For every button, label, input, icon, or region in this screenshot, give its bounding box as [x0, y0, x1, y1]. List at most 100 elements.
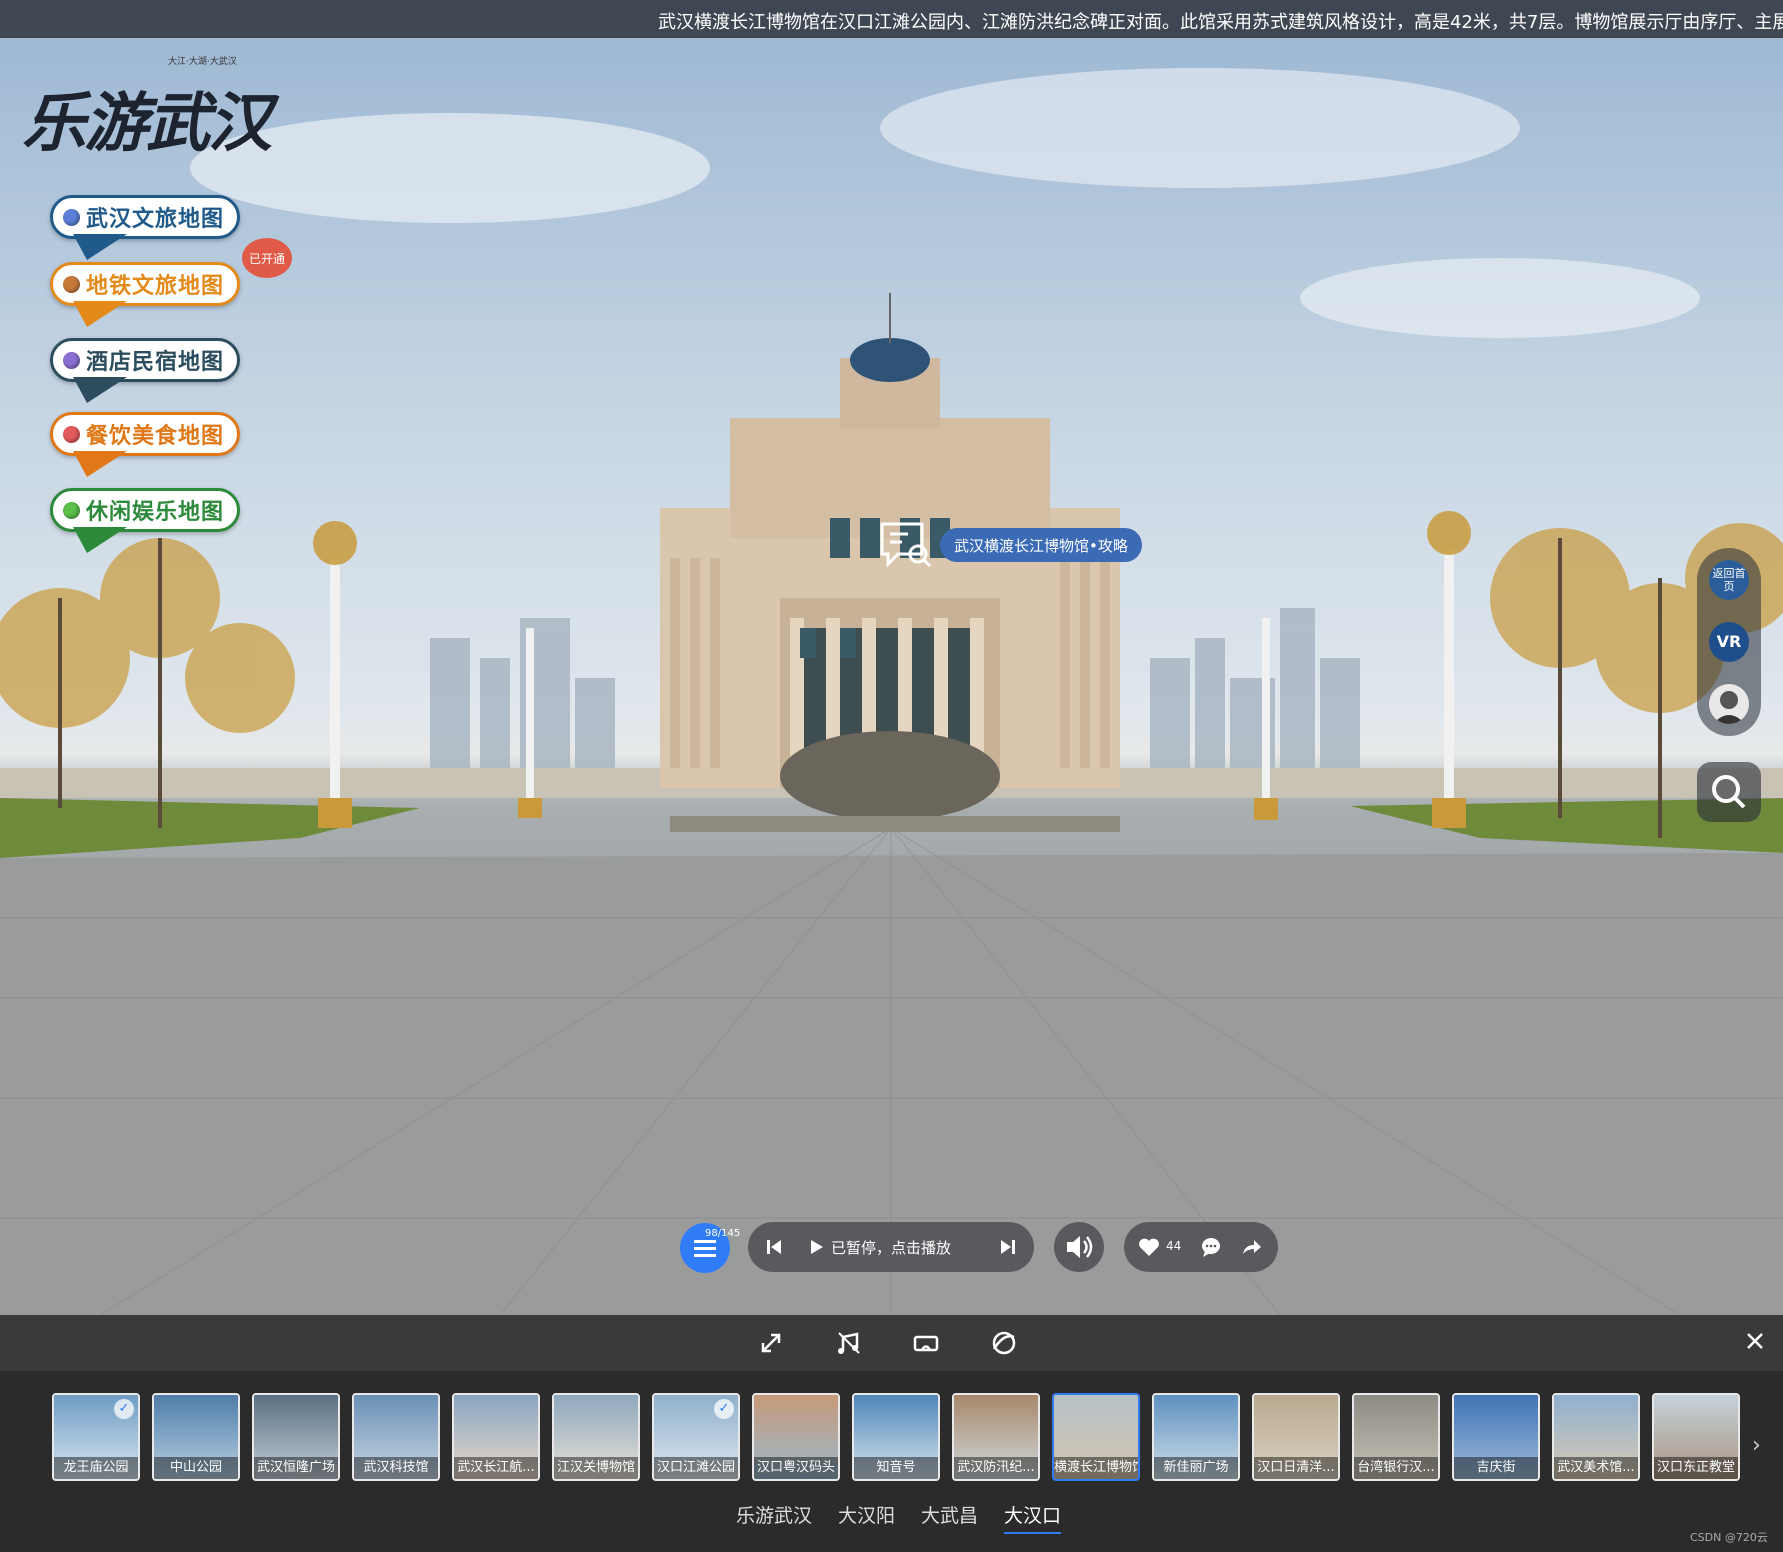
scene-thumbnail[interactable]: 新佳丽广场 [1152, 1393, 1240, 1481]
right-rail: 返回首页 VR [1697, 548, 1761, 736]
pin-tail [73, 234, 127, 260]
marquee-text: 武汉横渡长江博物馆在汉口江滩公园内、江滩防洪纪念碑正对面。此馆采用苏式建筑风格设… [658, 12, 1783, 33]
group-tab[interactable]: 乐游武汉 [736, 1501, 812, 1534]
scene-thumbnail[interactable]: 汉口东正教堂 [1652, 1393, 1740, 1481]
scene-thumbnail[interactable]: ✓ 汉口江滩公园 [652, 1393, 740, 1481]
map-button-label: 休闲娱乐地图 [86, 499, 225, 525]
panorama-image [0, 68, 1783, 1315]
thumbnail-label: 武汉科技馆 [354, 1457, 438, 1479]
scene-thumbnail[interactable]: 中山公园 [152, 1393, 240, 1481]
panorama-view[interactable] [0, 38, 1783, 1315]
map-dot-icon [63, 208, 80, 226]
social-bar: 44 [1124, 1222, 1278, 1272]
avatar-icon [1713, 691, 1745, 724]
thumbnail-label: 武汉美术馆... [1554, 1457, 1638, 1479]
previous-icon[interactable] [764, 1237, 784, 1257]
scene-thumbnail[interactable]: 汉口日清洋... [1252, 1393, 1340, 1481]
pin-tail [73, 377, 127, 403]
thumbnail-label: 台湾银行汉... [1354, 1457, 1438, 1479]
heart-icon[interactable] [1138, 1237, 1160, 1257]
speaker-icon [1067, 1236, 1093, 1258]
map-button[interactable]: 地铁文旅地图 [50, 262, 240, 327]
scene-thumbnail[interactable]: 江汉关博物馆 [552, 1393, 640, 1481]
fullscreen-icon[interactable] [757, 1329, 785, 1357]
map-dot-icon [63, 351, 80, 369]
map-button-label: 武汉文旅地图 [86, 206, 225, 232]
scene-thumbnail[interactable]: 武汉科技馆 [352, 1393, 440, 1481]
scene-hotspot[interactable]: 武汉横渡长江博物馆•攻略 [878, 520, 1142, 570]
hotspot-label[interactable]: 武汉横渡长江博物馆•攻略 [940, 528, 1142, 562]
thumbnail-label: 新佳丽广场 [1154, 1457, 1238, 1479]
map-dot-icon [63, 501, 80, 519]
search-button[interactable] [1697, 762, 1761, 822]
map-dot-icon [63, 275, 80, 293]
scene-strip: ✓ 龙王庙公园 中山公园 武汉恒隆广场 武汉科技馆 武汉长江航... 江汉关博物馆 ✓ 汉口江滩… [0, 1371, 1783, 1552]
thumbnail-label: 龙王庙公园 [54, 1457, 138, 1479]
scene-thumbnail[interactable]: 横渡长江博物馆 [1052, 1393, 1140, 1481]
thumbnail-label: 知音号 [854, 1457, 938, 1479]
logo-subtitle: 大江·大湖·大武汉 [168, 57, 237, 67]
author-avatar[interactable] [1709, 684, 1749, 724]
scene-thumbnail[interactable]: ✓ 龙王庙公园 [52, 1393, 140, 1481]
map-dot-icon [63, 425, 80, 443]
thumbnail-label: 武汉恒隆广场 [254, 1457, 338, 1479]
thumbnail-label: 武汉防汛纪... [954, 1457, 1038, 1479]
check-icon: ✓ [114, 1399, 134, 1419]
brand-logo: 大江·大湖·大武汉 乐游武汉 [18, 52, 288, 178]
thumbnail-label: 汉口江滩公园 [654, 1457, 738, 1479]
scene-thumbnail[interactable]: 知音号 [852, 1393, 940, 1481]
scene-count: 98/145 [705, 1228, 741, 1239]
map-button-label: 地铁文旅地图 [86, 273, 225, 299]
sound-button[interactable] [1054, 1222, 1104, 1272]
search-icon [1712, 775, 1746, 809]
thumbnail-label: 汉口粤汉码头 [754, 1457, 838, 1479]
map-button-label: 酒店民宿地图 [86, 349, 225, 375]
scene-thumbnail[interactable]: 台湾银行汉... [1352, 1393, 1440, 1481]
group-tab[interactable]: 大汉口 [1004, 1501, 1062, 1534]
check-icon: ✓ [714, 1399, 734, 1419]
map-button-label: 餐饮美食地图 [86, 423, 225, 449]
scene-thumbnail[interactable]: 武汉美术馆... [1552, 1393, 1640, 1481]
map-button[interactable]: 餐饮美食地图 [50, 412, 240, 477]
open-badge: 已开通 [242, 238, 292, 278]
comment-icon[interactable] [1200, 1237, 1222, 1257]
scene-thumbnail[interactable]: 吉庆街 [1452, 1393, 1540, 1481]
map-button[interactable]: 酒店民宿地图 [50, 338, 240, 403]
pin-tail [73, 301, 127, 327]
logo-title: 乐游武汉 [22, 86, 272, 161]
map-button[interactable]: 休闲娱乐地图 [50, 488, 240, 553]
thumbnail-label: 汉口日清洋... [1254, 1457, 1338, 1479]
guide-icon [880, 522, 932, 568]
play-icon[interactable] [806, 1237, 826, 1257]
autoplay-bar: 已暂停，点击播放 [748, 1222, 1034, 1272]
scene-groups: 乐游武汉 大汉阳 大武昌 大汉口 [736, 1501, 1062, 1534]
thumbnail-label: 中山公园 [154, 1457, 238, 1479]
scene-thumbnail[interactable]: 武汉恒隆广场 [252, 1393, 340, 1481]
pin-tail [73, 527, 127, 553]
thumbnail-label: 江汉关博物馆 [554, 1457, 638, 1479]
home-button[interactable]: 返回首页 [1709, 560, 1749, 600]
playback-status[interactable]: 已暂停，点击播放 [831, 1237, 951, 1258]
scene-thumbnail[interactable]: 汉口粤汉码头 [752, 1393, 840, 1481]
thumbnail-label: 武汉长江航... [454, 1457, 538, 1479]
map-button[interactable]: 武汉文旅地图 [50, 195, 240, 260]
info-marquee: 武汉横渡长江博物馆在汉口江滩公园内、江滩防洪纪念碑正对面。此馆采用苏式建筑风格设… [0, 0, 1783, 38]
group-tab[interactable]: 大武昌 [921, 1501, 978, 1534]
next-icon[interactable] [998, 1237, 1018, 1257]
bottom-toolbar [0, 1315, 1783, 1371]
vr-button[interactable]: VR [1709, 622, 1749, 662]
music-icon[interactable] [835, 1329, 863, 1357]
like-count: 44 [1166, 1239, 1182, 1253]
pin-tail [73, 451, 127, 477]
thumbnail-label: 汉口东正教堂 [1654, 1457, 1738, 1479]
vr-glasses-icon[interactable] [912, 1329, 940, 1357]
share-icon[interactable] [1240, 1237, 1262, 1257]
close-icon[interactable] [1744, 1330, 1766, 1352]
thumbnail-label: 吉庆街 [1454, 1457, 1538, 1479]
thumbnail-label: 横渡长江博物馆 [1054, 1457, 1138, 1479]
group-tab[interactable]: 大汉阳 [838, 1501, 895, 1534]
scene-thumbnail[interactable]: 武汉防汛纪... [952, 1393, 1040, 1481]
strip-next-icon[interactable]: › [1752, 1433, 1772, 1461]
gyroscope-icon[interactable] [990, 1329, 1018, 1357]
scene-thumbnail[interactable]: 武汉长江航... [452, 1393, 540, 1481]
